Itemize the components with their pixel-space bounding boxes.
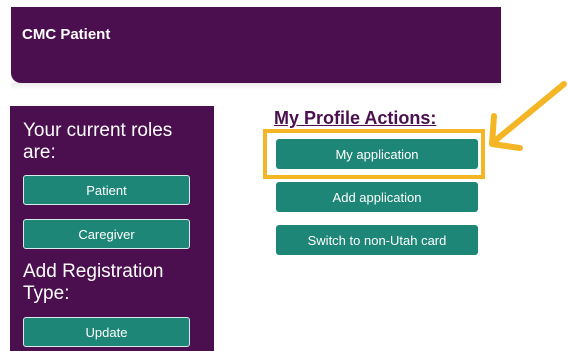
header-title: CMC Patient	[22, 26, 111, 43]
profile-actions-title: My Profile Actions:	[274, 108, 437, 128]
role-button-caregiver[interactable]: Caregiver	[23, 219, 190, 249]
page: CMC Patient Your current roles are: Pati…	[0, 0, 568, 351]
header-bar: CMC Patient	[11, 7, 501, 83]
switch-card-button[interactable]: Switch to non-Utah card	[276, 225, 478, 255]
roles-sidebar: Your current roles are: Patient Caregive…	[10, 106, 214, 351]
registration-heading: Add Registration Type:	[23, 261, 164, 304]
role-button-patient[interactable]: Patient	[23, 175, 190, 205]
my-application-button[interactable]: My application	[276, 139, 478, 169]
pointer-arrow-icon	[489, 81, 567, 151]
add-application-button[interactable]: Add application	[276, 182, 478, 212]
update-button[interactable]: Update	[23, 317, 190, 347]
roles-heading: Your current roles are:	[23, 120, 173, 163]
header-shadow	[11, 83, 501, 90]
